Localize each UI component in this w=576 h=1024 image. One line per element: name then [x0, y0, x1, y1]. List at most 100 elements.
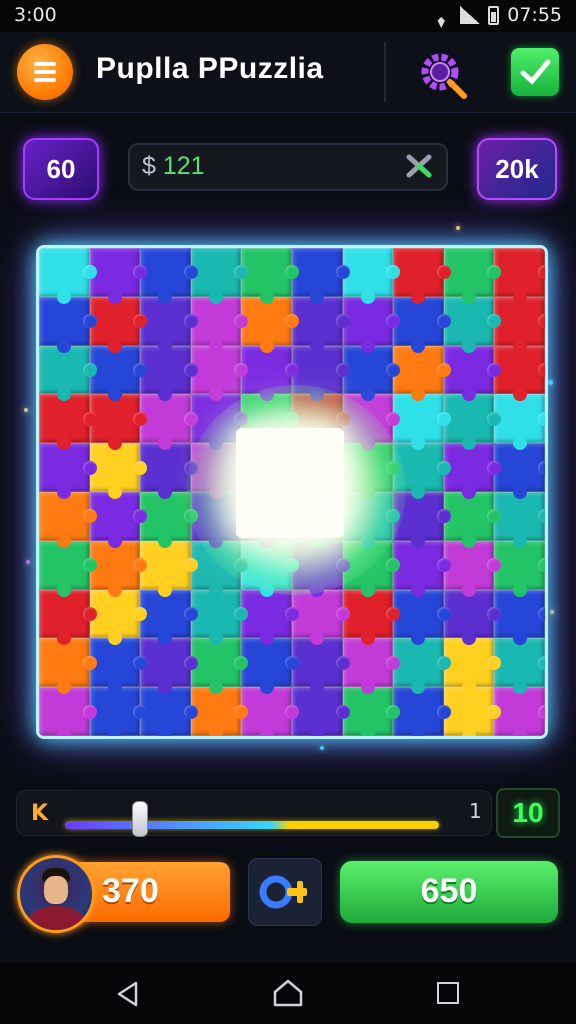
puzzle-piece[interactable] — [39, 589, 97, 646]
puzzle-piece[interactable] — [140, 345, 198, 402]
menu-button[interactable] — [17, 44, 73, 100]
puzzle-piece[interactable] — [39, 443, 97, 499]
puzzle-piece[interactable] — [89, 296, 147, 353]
puzzle-piece[interactable] — [393, 687, 451, 736]
puzzle-piece[interactable] — [89, 443, 147, 499]
back-icon[interactable] — [114, 980, 142, 1008]
puzzle-piece[interactable] — [393, 491, 451, 548]
puzzle-piece[interactable] — [89, 540, 147, 597]
puzzle-piece[interactable] — [190, 345, 248, 402]
puzzle-piece[interactable] — [291, 540, 350, 597]
puzzle-piece[interactable] — [291, 296, 350, 353]
puzzle-piece[interactable] — [39, 394, 97, 450]
puzzle-piece[interactable] — [342, 394, 400, 450]
puzzle-piece[interactable] — [393, 540, 451, 597]
puzzle-piece[interactable] — [342, 687, 400, 736]
puzzle-piece[interactable] — [494, 394, 545, 450]
puzzle-piece[interactable] — [140, 687, 198, 736]
puzzle-piece[interactable] — [241, 589, 299, 646]
puzzle-piece[interactable] — [39, 248, 97, 304]
puzzle-piece[interactable] — [342, 540, 400, 597]
puzzle-piece[interactable] — [89, 687, 147, 736]
puzzle-piece[interactable] — [190, 491, 248, 548]
puzzle-piece[interactable] — [190, 296, 248, 353]
puzzle-piece[interactable] — [190, 394, 248, 450]
puzzle-piece[interactable] — [89, 394, 147, 450]
puzzle-piece[interactable] — [393, 443, 451, 499]
puzzle-piece[interactable] — [494, 443, 545, 499]
puzzle-piece[interactable] — [393, 589, 451, 646]
puzzle-piece[interactable] — [494, 296, 545, 353]
puzzle-piece[interactable] — [140, 638, 198, 694]
puzzle-piece[interactable] — [342, 589, 400, 646]
progress-track[interactable] — [65, 821, 439, 829]
puzzle-piece[interactable] — [39, 345, 97, 402]
puzzle-piece[interactable] — [342, 443, 400, 499]
puzzle-piece[interactable] — [241, 296, 299, 353]
puzzle-piece[interactable] — [190, 248, 248, 304]
puzzle-piece[interactable] — [140, 540, 198, 597]
puzzle-piece[interactable] — [140, 394, 198, 450]
puzzle-piece[interactable] — [342, 248, 400, 304]
puzzle-piece[interactable] — [494, 540, 545, 597]
puzzle-piece[interactable] — [39, 687, 97, 736]
puzzle-piece[interactable] — [342, 296, 400, 353]
puzzle-piece[interactable] — [241, 248, 299, 304]
puzzle-piece[interactable] — [89, 248, 147, 304]
recent-apps-icon[interactable] — [437, 982, 459, 1004]
puzzle-piece[interactable] — [494, 589, 545, 646]
puzzle-piece[interactable] — [190, 638, 248, 694]
puzzle-piece[interactable] — [39, 296, 97, 353]
puzzle-piece[interactable] — [443, 345, 501, 402]
puzzle-piece[interactable] — [342, 638, 400, 694]
puzzle-piece[interactable] — [140, 589, 198, 646]
puzzle-piece[interactable] — [89, 491, 147, 548]
puzzle-piece[interactable] — [291, 589, 350, 646]
puzzle-piece[interactable] — [241, 687, 299, 736]
puzzle-piece[interactable] — [190, 687, 248, 736]
puzzle-piece[interactable] — [342, 491, 400, 548]
puzzle-piece[interactable] — [241, 345, 299, 402]
puzzle-piece[interactable] — [393, 638, 451, 694]
puzzle-piece[interactable] — [443, 248, 501, 304]
puzzle-piece[interactable] — [89, 638, 147, 694]
puzzle-piece[interactable] — [494, 248, 545, 304]
puzzle-piece[interactable] — [291, 638, 350, 694]
puzzle-piece[interactable] — [393, 345, 451, 402]
puzzle-piece[interactable] — [443, 443, 501, 499]
puzzle-piece[interactable] — [140, 296, 198, 353]
puzzle-piece[interactable] — [494, 491, 545, 548]
puzzle-piece[interactable] — [140, 491, 198, 548]
puzzle-piece[interactable] — [89, 345, 147, 402]
puzzle-piece[interactable] — [190, 540, 248, 597]
puzzle-piece[interactable] — [39, 540, 97, 597]
play-button[interactable]: 650 — [340, 861, 558, 923]
puzzle-piece[interactable] — [342, 345, 400, 402]
slider-thumb[interactable] — [132, 801, 149, 837]
puzzle-piece[interactable] — [443, 638, 501, 694]
puzzle-piece[interactable] — [443, 491, 501, 548]
puzzle-piece[interactable] — [140, 443, 198, 499]
close-icon[interactable] — [404, 153, 434, 179]
puzzle-piece[interactable] — [241, 540, 299, 597]
check-button[interactable] — [511, 48, 559, 96]
puzzle-piece[interactable] — [291, 345, 350, 402]
avatar[interactable] — [17, 855, 95, 933]
puzzle-piece[interactable] — [140, 248, 198, 304]
puzzle-piece[interactable] — [443, 589, 501, 646]
home-icon[interactable] — [272, 978, 304, 1008]
puzzle-piece[interactable] — [494, 638, 545, 694]
puzzle-piece[interactable] — [190, 589, 248, 646]
puzzle-piece[interactable] — [39, 491, 97, 548]
puzzle-piece[interactable] — [443, 540, 501, 597]
puzzle-piece[interactable] — [393, 248, 451, 304]
gear-search-button[interactable] — [416, 46, 472, 102]
puzzle-piece[interactable] — [443, 296, 501, 353]
puzzle-piece[interactable] — [291, 687, 350, 736]
key-button[interactable] — [248, 858, 322, 926]
puzzle-piece[interactable] — [443, 687, 501, 736]
puzzle-piece[interactable] — [190, 443, 248, 499]
puzzle-piece[interactable] — [443, 394, 501, 450]
puzzle-piece[interactable] — [494, 345, 545, 402]
puzzle-piece[interactable] — [241, 638, 299, 694]
